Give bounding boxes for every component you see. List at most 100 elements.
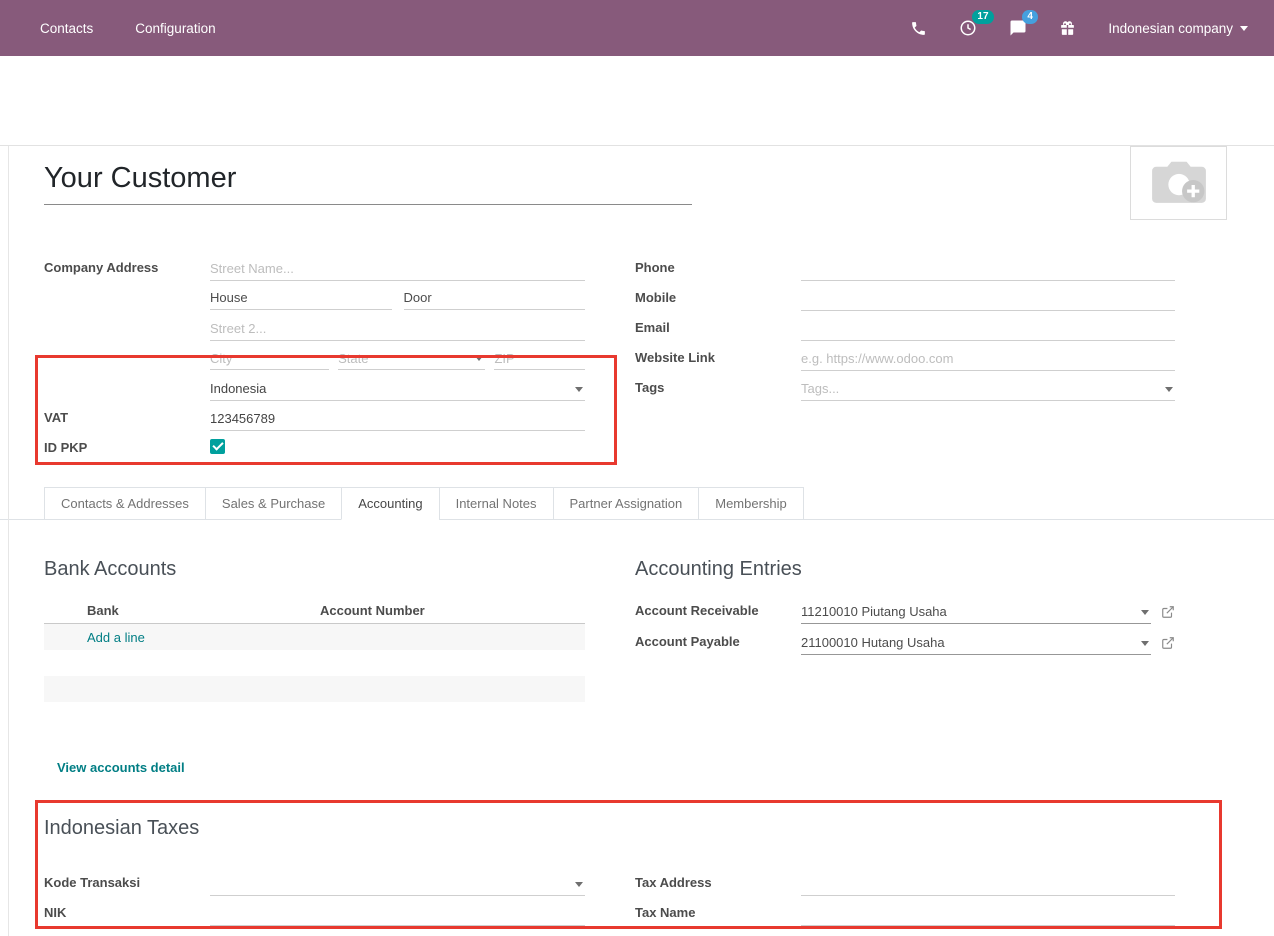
accounting-entries-section: Accounting Entries Account Receivable 11… xyxy=(635,558,1175,775)
city-state-zip-row xyxy=(44,341,585,371)
accounting-tab-content: Bank Accounts Bank Account Number Add a … xyxy=(0,520,1274,775)
systray: 17 4 Indonesian company xyxy=(910,19,1248,37)
email-label: Email xyxy=(635,320,801,341)
house-label: House xyxy=(210,290,248,307)
street2-input[interactable] xyxy=(210,319,585,339)
phone-input[interactable] xyxy=(801,259,1175,279)
id-pkp-row: ID PKP xyxy=(44,431,585,461)
account-payable-label: Account Payable xyxy=(635,634,801,655)
tax-address-input[interactable] xyxy=(801,874,1175,894)
email-row: Email xyxy=(635,311,1175,341)
account-payable-value: 21100010 Hutang Usaha xyxy=(801,633,1135,653)
email-input[interactable] xyxy=(801,319,1175,339)
website-row: Website Link xyxy=(635,341,1175,371)
house-door-row: House Door xyxy=(44,281,585,311)
external-link-icon[interactable] xyxy=(1161,605,1175,619)
vat-label: VAT xyxy=(44,410,210,431)
tab-accounting[interactable]: Accounting xyxy=(341,487,439,520)
menu-contacts[interactable]: Contacts xyxy=(40,21,93,36)
breadcrumb-area xyxy=(0,56,1274,145)
tags-label: Tags xyxy=(635,380,801,401)
tab-partner-assignation[interactable]: Partner Assignation xyxy=(553,487,700,520)
tab-contacts-addresses[interactable]: Contacts & Addresses xyxy=(44,487,206,520)
accounting-entries-title: Accounting Entries xyxy=(635,558,1175,581)
mobile-input[interactable] xyxy=(801,289,1175,309)
partner-details: Company Address House Door xyxy=(0,251,1274,461)
city-input[interactable] xyxy=(210,349,329,369)
company-switcher[interactable]: Indonesian company xyxy=(1108,21,1248,36)
taxes-left-column: Kode Transaksi NIK xyxy=(44,866,585,926)
tab-internal-notes[interactable]: Internal Notes xyxy=(439,487,554,520)
door-number-input[interactable] xyxy=(442,289,585,309)
bank-accounts-title: Bank Accounts xyxy=(44,558,585,581)
column-bank: Bank xyxy=(44,603,320,618)
country-row: Indonesia xyxy=(44,371,585,401)
tax-address-row: Tax Address xyxy=(635,866,1175,896)
column-account-number: Account Number xyxy=(320,603,585,618)
partner-image-placeholder[interactable] xyxy=(1130,146,1227,220)
tax-name-input[interactable] xyxy=(801,904,1175,924)
street-row: Company Address xyxy=(44,251,585,281)
account-receivable-label: Account Receivable xyxy=(635,603,801,624)
chevron-down-icon xyxy=(1165,387,1173,392)
message-count-badge: 4 xyxy=(1022,10,1038,24)
website-input[interactable] xyxy=(801,349,1175,369)
tax-name-label: Tax Name xyxy=(635,905,801,926)
sheet-left-border xyxy=(8,146,9,936)
kode-transaksi-label: Kode Transaksi xyxy=(44,875,210,896)
indonesian-taxes-section: Indonesian Taxes Kode Transaksi NIK Tax xyxy=(0,817,1274,926)
activities-clock-icon[interactable]: 17 xyxy=(959,19,977,37)
menu-configuration[interactable]: Configuration xyxy=(135,21,215,36)
account-receivable-row: Account Receivable 11210010 Piutang Usah… xyxy=(635,593,1175,624)
state-select[interactable] xyxy=(338,349,471,369)
nik-row: NIK xyxy=(44,896,585,926)
mobile-row: Mobile xyxy=(635,281,1175,311)
id-pkp-checkbox[interactable] xyxy=(210,439,225,454)
tags-input[interactable] xyxy=(801,379,1175,399)
top-navbar: Contacts Configuration 17 4 Indonesian c… xyxy=(0,0,1274,56)
contact-column: Phone Mobile Email Website Link Tags xyxy=(635,251,1175,461)
activity-count-badge: 17 xyxy=(972,10,993,24)
phone-row: Phone xyxy=(635,251,1175,281)
chevron-down-icon xyxy=(1240,26,1248,31)
tab-sales-purchase[interactable]: Sales & Purchase xyxy=(205,487,342,520)
camera-plus-icon xyxy=(1146,156,1212,211)
messages-icon[interactable]: 4 xyxy=(1009,19,1027,37)
vat-row: VAT 123456789 xyxy=(44,401,585,431)
add-a-line-link[interactable]: Add a line xyxy=(44,630,145,645)
app-menus: Contacts Configuration xyxy=(40,21,216,36)
tab-membership[interactable]: Membership xyxy=(698,487,804,520)
table-row: Add a line xyxy=(44,624,585,650)
account-payable-row: Account Payable 21100010 Hutang Usaha xyxy=(635,624,1175,655)
id-pkp-label: ID PKP xyxy=(44,440,210,461)
gift-icon[interactable] xyxy=(1059,20,1076,37)
vat-input[interactable]: 123456789 xyxy=(210,409,585,429)
country-select[interactable]: Indonesia xyxy=(210,377,585,401)
kode-transaksi-select[interactable] xyxy=(210,872,585,896)
phone-label: Phone xyxy=(635,260,801,281)
chevron-down-icon xyxy=(475,356,483,361)
account-payable-select[interactable]: 21100010 Hutang Usaha xyxy=(801,631,1151,655)
zip-input[interactable] xyxy=(494,349,585,369)
partner-name-input[interactable]: Your Customer xyxy=(44,162,692,205)
nik-input[interactable] xyxy=(210,904,585,924)
table-row xyxy=(44,650,585,676)
street-input[interactable] xyxy=(210,259,585,279)
account-receivable-select[interactable]: 11210010 Piutang Usaha xyxy=(801,600,1151,624)
mobile-label: Mobile xyxy=(635,290,801,311)
phone-icon[interactable] xyxy=(910,20,927,37)
tags-row: Tags xyxy=(635,371,1175,401)
website-label: Website Link xyxy=(635,350,801,371)
taxes-right-column: Tax Address Tax Name xyxy=(635,866,1175,926)
view-accounts-detail-link[interactable]: View accounts detail xyxy=(44,760,585,775)
account-receivable-value: 11210010 Piutang Usaha xyxy=(801,602,1135,622)
tax-address-label: Tax Address xyxy=(635,875,801,896)
house-number-input[interactable] xyxy=(258,289,392,309)
notebook-tabs: Contacts & Addresses Sales & Purchase Ac… xyxy=(0,487,1274,520)
tax-name-row: Tax Name xyxy=(635,896,1175,926)
bank-accounts-section: Bank Accounts Bank Account Number Add a … xyxy=(44,558,585,775)
external-link-icon[interactable] xyxy=(1161,636,1175,650)
door-label: Door xyxy=(404,290,432,307)
company-name: Indonesian company xyxy=(1108,21,1233,36)
form-sheet: Your Customer Company Address House D xyxy=(0,145,1274,936)
